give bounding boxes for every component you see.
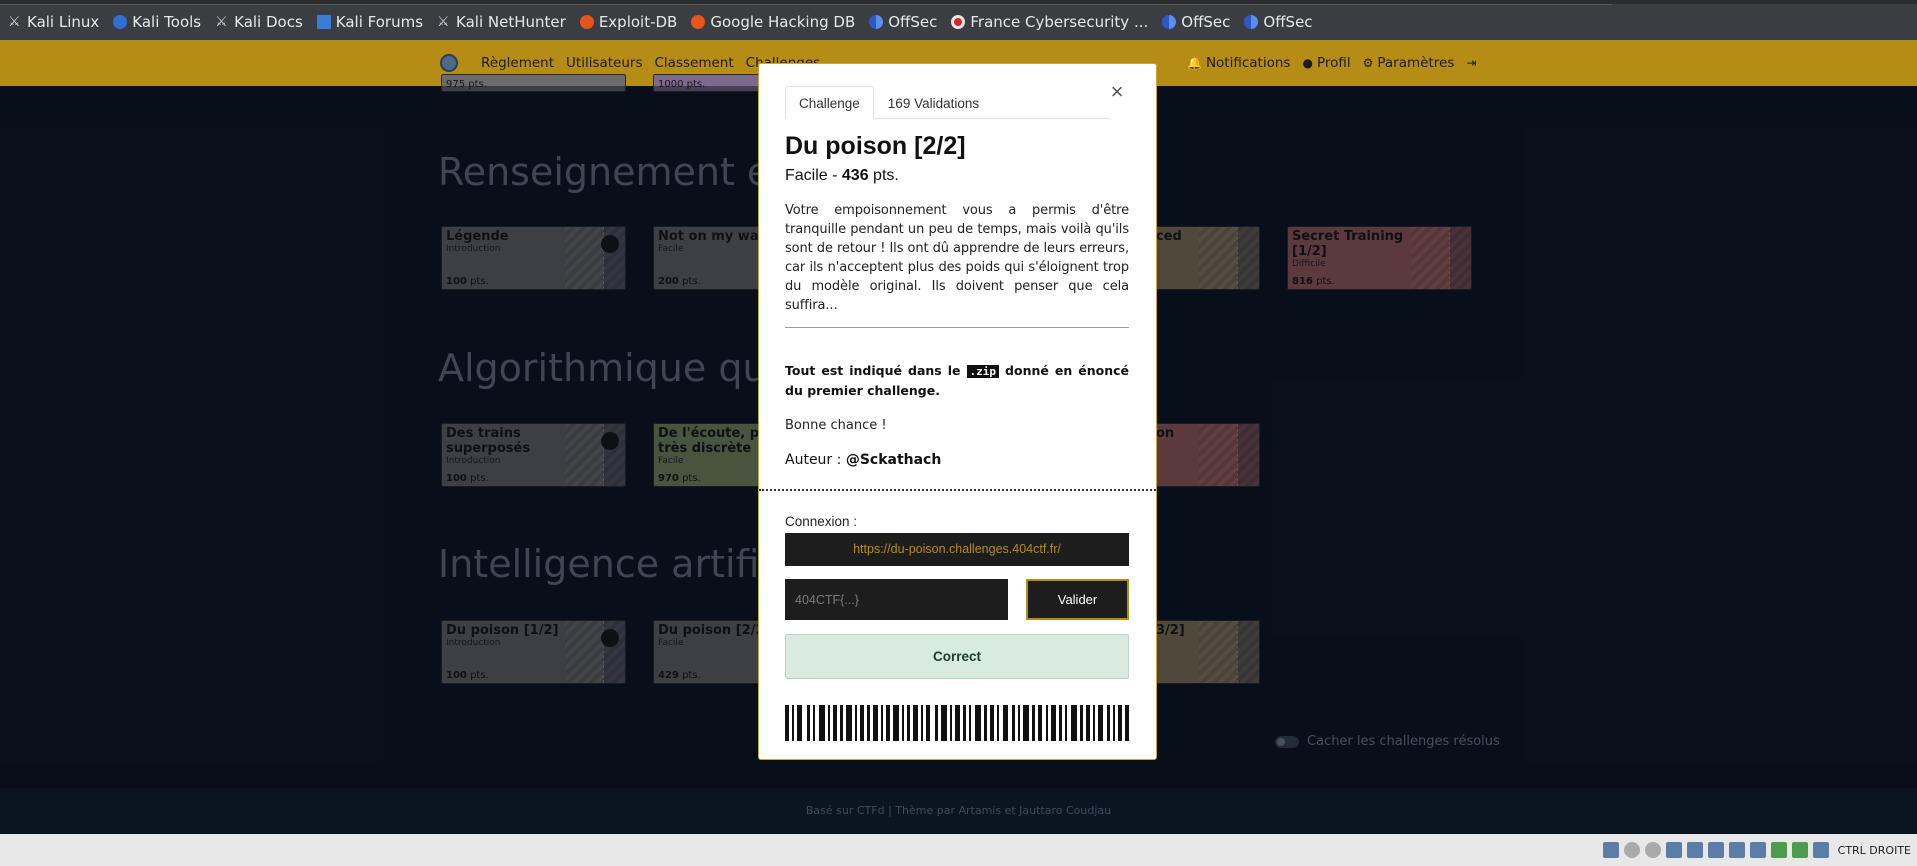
- challenge-points-unit: pts.: [868, 167, 899, 184]
- validate-button[interactable]: Valider: [1026, 579, 1129, 620]
- site-footer: Basé sur CTFd | Thème par Artamis et Jau…: [0, 788, 1917, 834]
- bookmark-kali-docs[interactable]: ⚔ Kali Docs: [215, 13, 303, 31]
- modal-tabs: Challenge 169 Validations: [785, 86, 1110, 119]
- challenge-author: Auteur : @Sckathach: [785, 452, 941, 468]
- nav-logout[interactable]: ⇥: [1466, 56, 1476, 70]
- close-icon[interactable]: ×: [1107, 81, 1127, 103]
- kali-forums-icon: [316, 15, 331, 29]
- bookmarks-bar: ⚔ Kali Linux Kali Tools ⚔ Kali Docs Kali F…: [0, 0, 1917, 40]
- bookmark-label: Google Hacking DB: [710, 13, 856, 31]
- bookmark-label: OffSec: [888, 13, 938, 31]
- hint-text-before: Tout est indiqué dans le: [785, 363, 967, 378]
- bookmark-france-cybersecurity[interactable]: France Cybersecurity ...: [951, 13, 1148, 31]
- bookmark-label: OffSec: [1263, 13, 1313, 31]
- tab-challenge[interactable]: Challenge: [785, 86, 874, 119]
- usb-icon[interactable]: [1686, 842, 1703, 858]
- site-logo-icon[interactable]: [440, 54, 458, 72]
- nav-profile[interactable]: ● Profil: [1302, 55, 1350, 71]
- flag-input[interactable]: [785, 579, 1008, 620]
- bell-icon: 🔔: [1187, 56, 1202, 70]
- bookmark-kali-nethunter[interactable]: ⚔ Kali NetHunter: [437, 13, 566, 31]
- bookmark-label: Kali Tools: [132, 13, 202, 31]
- bookmark-offsec-3[interactable]: OffSec: [1244, 13, 1313, 31]
- kali-dragon-icon: ⚔: [215, 14, 228, 30]
- challenge-difficulty: Facile: [785, 167, 828, 184]
- author-name: @Sckathach: [845, 452, 942, 468]
- optical-drive-icon[interactable]: [1623, 842, 1640, 858]
- offsec-icon: [1244, 15, 1259, 29]
- exploit-db-icon: [579, 15, 594, 29]
- bookmark-offsec[interactable]: OffSec: [869, 13, 937, 31]
- kali-tools-icon: [113, 15, 128, 29]
- bookmark-label: Kali Docs: [234, 13, 303, 31]
- gears-icon: ⚙: [1362, 56, 1374, 70]
- nav-settings-label: Paramètres: [1377, 55, 1455, 71]
- connection-url-link[interactable]: https://du-poison.challenges.404ctf.fr/: [785, 533, 1129, 566]
- nav-notifications[interactable]: 🔔 Notifications: [1187, 55, 1290, 71]
- result-message: Correct: [785, 634, 1129, 679]
- challenge-title: Du poison [2/2]: [785, 132, 966, 160]
- nav-notifications-label: Notifications: [1205, 55, 1291, 71]
- bookmark-google-hacking-db[interactable]: Google Hacking DB: [691, 13, 855, 31]
- recording-icon[interactable]: [1749, 842, 1766, 858]
- shared-folder-icon[interactable]: [1707, 842, 1724, 858]
- kali-dragon-icon: ⚔: [8, 14, 21, 30]
- challenge-hint: Tout est indiqué dans le .zip donné en é…: [785, 361, 1129, 400]
- bookmark-label: France Cybersecurity ...: [970, 13, 1149, 31]
- challenge-meta: Facile - 436 pts.: [785, 167, 899, 185]
- bookmark-exploit-db[interactable]: Exploit-DB: [579, 13, 678, 31]
- vm-status-bar: CTRL DROITE: [0, 834, 1917, 866]
- keyboard-capture-icon[interactable]: [1812, 842, 1829, 858]
- good-luck-text: Bonne chance !: [785, 418, 887, 433]
- tab-validations[interactable]: 169 Validations: [874, 86, 993, 119]
- bookmark-kali-tools[interactable]: Kali Tools: [113, 13, 201, 31]
- dotted-divider: [759, 489, 1156, 491]
- bookmark-label: Kali Forums: [335, 13, 424, 31]
- cpu-activity-icon[interactable]: [1770, 842, 1787, 858]
- mouse-integration-icon[interactable]: [1791, 842, 1808, 858]
- challenge-points: 436: [841, 167, 869, 184]
- nav-link-users[interactable]: Utilisateurs: [566, 55, 642, 71]
- bookmark-kali-forums[interactable]: Kali Forums: [316, 13, 424, 31]
- nav-settings[interactable]: ⚙ Paramètres: [1363, 55, 1455, 71]
- bookmark-label: Kali NetHunter: [456, 13, 566, 31]
- offsec-icon: [869, 15, 884, 29]
- nav-right: 🔔 Notifications ● Profil ⚙ Paramètres ⇥: [1187, 55, 1476, 71]
- logout-icon: ⇥: [1466, 56, 1477, 70]
- bookmark-kali-linux[interactable]: ⚔ Kali Linux: [8, 13, 99, 31]
- bookmark-offsec-2[interactable]: OffSec: [1162, 13, 1230, 31]
- challenge-modal: Challenge 169 Validations × Du poison [2…: [758, 63, 1157, 760]
- france-cybersecurity-icon: [951, 15, 966, 29]
- storage-icon[interactable]: [1602, 842, 1619, 858]
- offsec-icon: [1162, 15, 1177, 29]
- host-key-label: CTRL DROITE: [1837, 843, 1911, 857]
- exploit-db-icon: [691, 15, 706, 29]
- hint-code: .zip: [966, 365, 1000, 378]
- bookmark-label: Exploit-DB: [598, 13, 678, 31]
- display-icon[interactable]: [1728, 842, 1745, 858]
- nav-link-scoreboard[interactable]: Classement: [655, 55, 734, 71]
- author-label: Auteur :: [785, 452, 846, 468]
- user-icon: ●: [1302, 56, 1313, 70]
- nav-profile-label: Profil: [1316, 55, 1351, 71]
- audio-icon[interactable]: [1644, 842, 1661, 858]
- connection-label: Connexion :: [785, 514, 858, 529]
- meta-separator: -: [827, 167, 842, 184]
- barcode-decoration: [785, 705, 1129, 741]
- bookmark-label: OffSec: [1181, 13, 1231, 31]
- kali-dragon-icon: ⚔: [437, 14, 450, 30]
- nav-link-rules[interactable]: Règlement: [481, 55, 554, 71]
- network-icon[interactable]: [1665, 842, 1682, 858]
- divider: [785, 327, 1129, 328]
- challenge-description: Votre empoisonnement vous a permis d'êtr…: [785, 203, 1129, 313]
- bookmark-label: Kali Linux: [27, 13, 100, 31]
